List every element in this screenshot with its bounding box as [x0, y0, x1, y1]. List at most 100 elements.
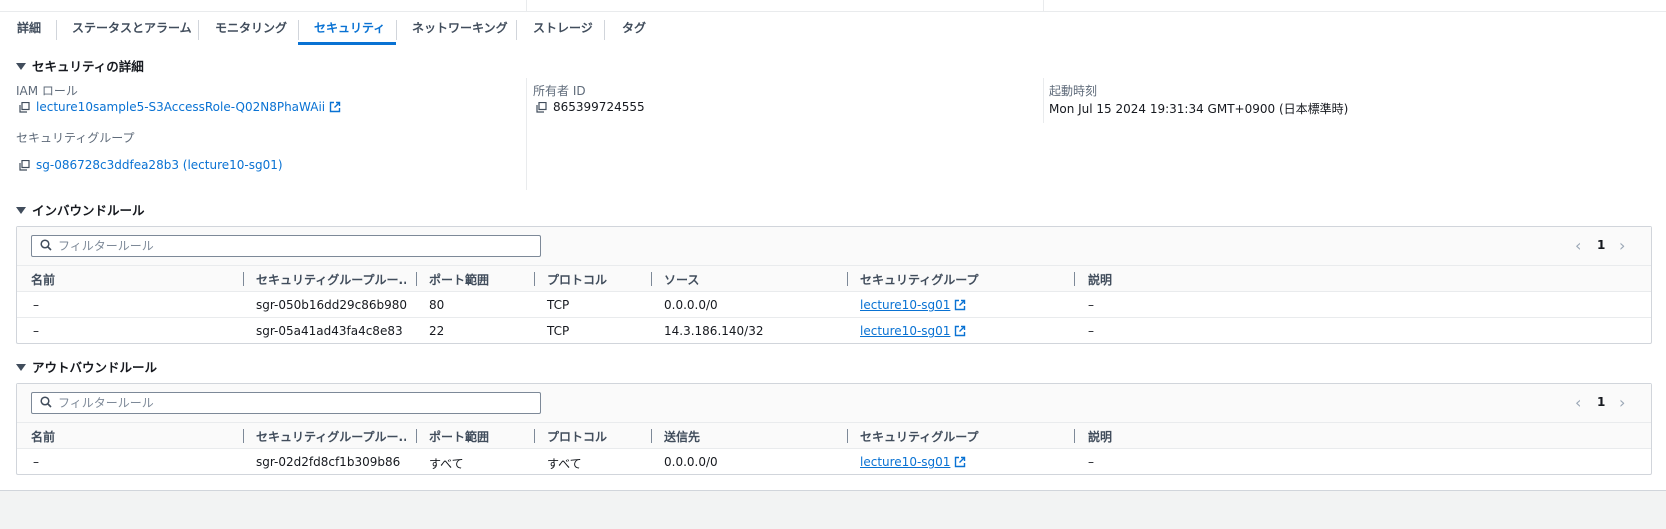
chevron-right-icon[interactable]: ›	[1619, 236, 1625, 255]
copy-icon[interactable]	[19, 159, 30, 174]
cell-name: –	[33, 455, 39, 469]
tab-details[interactable]: 詳細	[17, 16, 41, 46]
inbound-rules-header[interactable]: インバウンドルール	[16, 200, 145, 219]
table-header: 名前 セキュリティグループルー... ポート範囲 プロトコル ソース セキュリテ…	[17, 266, 1651, 292]
cell-protocol: TCP	[547, 324, 570, 338]
column-divider	[1043, 78, 1044, 123]
inbound-rules-table: ‹ 1 › 名前 セキュリティグループルー... ポート範囲 プロトコル ソース…	[16, 226, 1652, 344]
column-header-port[interactable]: ポート範囲	[429, 428, 489, 445]
owner-id-value: 865399724555	[536, 100, 645, 116]
table-toolbar: ‹ 1 ›	[17, 384, 1651, 423]
column-header-security-group[interactable]: セキュリティグループ	[860, 428, 979, 445]
column-header-name[interactable]: 名前	[31, 428, 55, 445]
cell-port: すべて	[429, 457, 464, 471]
security-group-link[interactable]: lecture10-sg01	[860, 455, 950, 469]
column-header-description[interactable]: 説明	[1088, 271, 1112, 288]
table-row: – sgr-05a41ad43fa4c8e83 22 TCP 14.3.186.…	[17, 318, 1651, 343]
iam-role-label: IAM ロール	[16, 84, 78, 98]
tab-separator	[198, 20, 199, 40]
external-link-icon	[954, 325, 966, 340]
tab-storage[interactable]: ストレージ	[533, 16, 593, 46]
outbound-filter-input[interactable]	[58, 395, 528, 411]
column-resizer[interactable]	[416, 429, 417, 443]
column-divider	[526, 78, 527, 190]
tab-monitoring[interactable]: モニタリング	[215, 16, 287, 46]
column-header-destination[interactable]: 送信先	[664, 428, 700, 445]
tab-bar: 詳細 ステータスとアラーム モニタリング セキュリティ ネットワーキング ストレ…	[0, 16, 1666, 46]
column-header-rule-id[interactable]: セキュリティグループルー...	[256, 271, 406, 288]
column-resizer[interactable]	[416, 272, 417, 286]
outbound-rules-header[interactable]: アウトバウンドルール	[16, 357, 157, 376]
cell-security-group: lecture10-sg01	[860, 298, 966, 314]
column-resizer[interactable]	[534, 429, 535, 443]
copy-icon[interactable]	[19, 101, 30, 116]
column-resizer[interactable]	[1074, 429, 1075, 443]
column-resizer[interactable]	[1074, 272, 1075, 286]
cell-rule-id: sgr-050b16dd29c86b980	[256, 298, 408, 312]
caret-down-icon	[16, 207, 26, 214]
external-link-icon	[954, 456, 966, 471]
column-resizer[interactable]	[243, 429, 244, 443]
inbound-rules-title: インバウンドルール	[32, 203, 145, 218]
page-number[interactable]: 1	[1597, 395, 1605, 409]
column-header-source[interactable]: ソース	[664, 271, 699, 288]
cell-security-group: lecture10-sg01	[860, 455, 966, 471]
owner-id-label: 所有者 ID	[533, 84, 586, 98]
security-details-header[interactable]: セキュリティの詳細	[16, 56, 144, 75]
column-divider	[1043, 0, 1044, 11]
cell-protocol: すべて	[547, 457, 582, 471]
outbound-rules-title: アウトバウンドルール	[32, 360, 158, 375]
iam-role-value: lecture10sample5-S3AccessRole-Q02N8PhaWA…	[19, 100, 341, 116]
launch-time-label: 起動時刻	[1049, 84, 1098, 98]
tab-networking[interactable]: ネットワーキング	[412, 16, 508, 46]
security-groups-label: セキュリティグループ	[16, 131, 135, 145]
column-resizer[interactable]	[651, 429, 652, 443]
security-group-value: sg-086728c3ddfea28b3 (lecture10-sg01)	[19, 158, 283, 174]
iam-role-link[interactable]: lecture10sample5-S3AccessRole-Q02N8PhaWA…	[36, 100, 325, 114]
tab-separator	[298, 20, 299, 40]
column-header-port[interactable]: ポート範囲	[429, 271, 489, 288]
outbound-filter[interactable]	[31, 392, 541, 414]
tab-separator	[396, 20, 397, 40]
column-resizer[interactable]	[651, 272, 652, 286]
pagination: ‹ 1 ›	[1575, 236, 1635, 256]
column-resizer[interactable]	[534, 272, 535, 286]
cell-name: –	[33, 298, 39, 312]
external-link-icon	[329, 101, 341, 116]
security-group-link[interactable]: lecture10-sg01	[860, 298, 950, 312]
outbound-rules-table: ‹ 1 › 名前 セキュリティグループルー... ポート範囲 プロトコル 送信先…	[16, 383, 1652, 475]
column-header-rule-id[interactable]: セキュリティグループルー...	[256, 428, 406, 445]
table-row: – sgr-02d2fd8cf1b309b86 すべて すべて 0.0.0.0/…	[17, 449, 1651, 474]
chevron-left-icon[interactable]: ‹	[1575, 236, 1581, 255]
inbound-filter-input[interactable]	[58, 238, 528, 254]
chevron-left-icon[interactable]: ‹	[1575, 393, 1581, 412]
cell-source: 14.3.186.140/32	[664, 324, 764, 338]
copy-icon[interactable]	[536, 101, 547, 116]
chevron-right-icon[interactable]: ›	[1619, 393, 1625, 412]
column-header-protocol[interactable]: プロトコル	[547, 271, 607, 288]
inbound-filter[interactable]	[31, 235, 541, 257]
tab-tags[interactable]: タグ	[622, 16, 646, 46]
external-link-icon	[954, 299, 966, 314]
cell-protocol: TCP	[547, 298, 570, 312]
tab-status-alarms[interactable]: ステータスとアラーム	[72, 16, 192, 46]
search-icon	[40, 239, 52, 254]
security-group-link[interactable]: sg-086728c3ddfea28b3 (lecture10-sg01)	[36, 158, 283, 172]
column-divider	[526, 0, 527, 11]
pagination: ‹ 1 ›	[1575, 393, 1635, 413]
cell-name: –	[33, 324, 39, 338]
caret-down-icon	[16, 63, 26, 70]
column-header-name[interactable]: 名前	[31, 271, 55, 288]
column-resizer[interactable]	[847, 429, 848, 443]
cell-destination: 0.0.0.0/0	[664, 455, 718, 469]
tab-separator	[516, 20, 517, 40]
column-header-description[interactable]: 説明	[1088, 428, 1112, 445]
security-group-link[interactable]: lecture10-sg01	[860, 324, 950, 338]
page-number[interactable]: 1	[1597, 238, 1605, 252]
column-resizer[interactable]	[243, 272, 244, 286]
top-panel-edge	[0, 0, 1666, 12]
cell-port: 80	[429, 298, 445, 312]
column-header-security-group[interactable]: セキュリティグループ	[860, 271, 979, 288]
column-resizer[interactable]	[847, 272, 848, 286]
column-header-protocol[interactable]: プロトコル	[547, 428, 607, 445]
